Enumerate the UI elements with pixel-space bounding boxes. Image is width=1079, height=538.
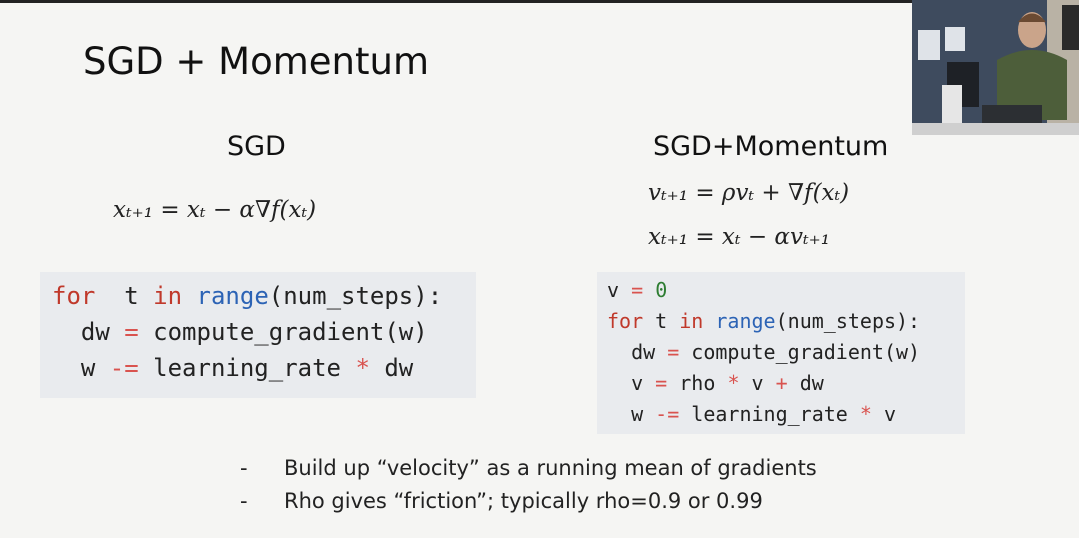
code-token: dw [607, 340, 668, 364]
code-token: dw [52, 318, 125, 346]
code-token: = [124, 318, 139, 346]
code-token: dw [787, 371, 824, 395]
code-token: learning_rate [138, 354, 356, 382]
code-token: -= [109, 354, 139, 382]
sgd-equation: xₜ₊₁ = xₜ − α∇f(xₜ) [113, 197, 317, 223]
bullet-list: - Build up “velocity” as a running mean o… [240, 456, 817, 522]
code-token: v [871, 402, 897, 426]
position-equation: xₜ₊₁ = xₜ − αvₜ₊₁ [648, 224, 830, 250]
presenter-video-frame [912, 0, 1079, 135]
bullet-text: Rho gives “friction”; typically rho=0.9 … [284, 489, 763, 513]
sgd-code-block: for t in range(num_steps): dw = compute_… [40, 272, 476, 398]
code-token: in [153, 282, 183, 310]
code-token: range [715, 309, 776, 333]
code-token: (num_steps): [268, 282, 443, 310]
code-token: compute_gradient(w) [138, 318, 428, 346]
code-token: + [775, 371, 788, 395]
code-token: for [52, 282, 96, 310]
bullet-marker: - [240, 456, 248, 480]
slide-title: SGD + Momentum [83, 40, 429, 83]
code-line: dw = compute_gradient(w) [52, 314, 476, 350]
code-token: compute_gradient(w) [679, 340, 921, 364]
code-line: w -= learning_rate * v [607, 399, 965, 430]
code-token: v [607, 371, 656, 395]
code-token: * [355, 354, 370, 382]
code-token: w [607, 402, 656, 426]
code-token: learning_rate [679, 402, 860, 426]
code-token: (num_steps): [775, 309, 921, 333]
code-token: t [95, 282, 154, 310]
code-token: * [859, 402, 872, 426]
webcam-video-inset [912, 0, 1079, 135]
code-token: = [667, 340, 680, 364]
code-token: * [727, 371, 740, 395]
code-token: -= [655, 402, 680, 426]
code-token: v [739, 371, 776, 395]
code-line: w -= learning_rate * dw [52, 350, 476, 386]
code-token: rho [667, 371, 728, 395]
bullet-item: - Rho gives “friction”; typically rho=0.9… [240, 489, 817, 522]
bullet-marker: - [240, 489, 248, 513]
code-token: in [679, 309, 704, 333]
code-token: v [607, 278, 632, 302]
code-token: for [607, 309, 644, 333]
code-line: dw = compute_gradient(w) [607, 337, 965, 368]
code-token: = [631, 278, 644, 302]
code-token: = [655, 371, 668, 395]
velocity-equation: vₜ₊₁ = ρvₜ + ∇f(xₜ) [648, 180, 850, 206]
code-line: for t in range(num_steps): [607, 306, 965, 337]
code-token: 0 [655, 278, 668, 302]
bullet-text: Build up “velocity” as a running mean of… [284, 456, 817, 480]
sgd-heading: SGD [227, 131, 286, 162]
code-token: w [52, 354, 110, 382]
momentum-heading: SGD+Momentum [653, 131, 889, 162]
code-line: v = rho * v + dw [607, 368, 965, 399]
code-line: v = 0 [607, 275, 965, 306]
bullet-item: - Build up “velocity” as a running mean o… [240, 456, 817, 489]
code-token: dw [369, 354, 414, 382]
code-line: for t in range(num_steps): [52, 278, 476, 314]
code-token: range [196, 282, 269, 310]
momentum-code-block: v = 0 for t in range(num_steps): dw = com… [597, 272, 965, 434]
code-token: t [643, 309, 680, 333]
